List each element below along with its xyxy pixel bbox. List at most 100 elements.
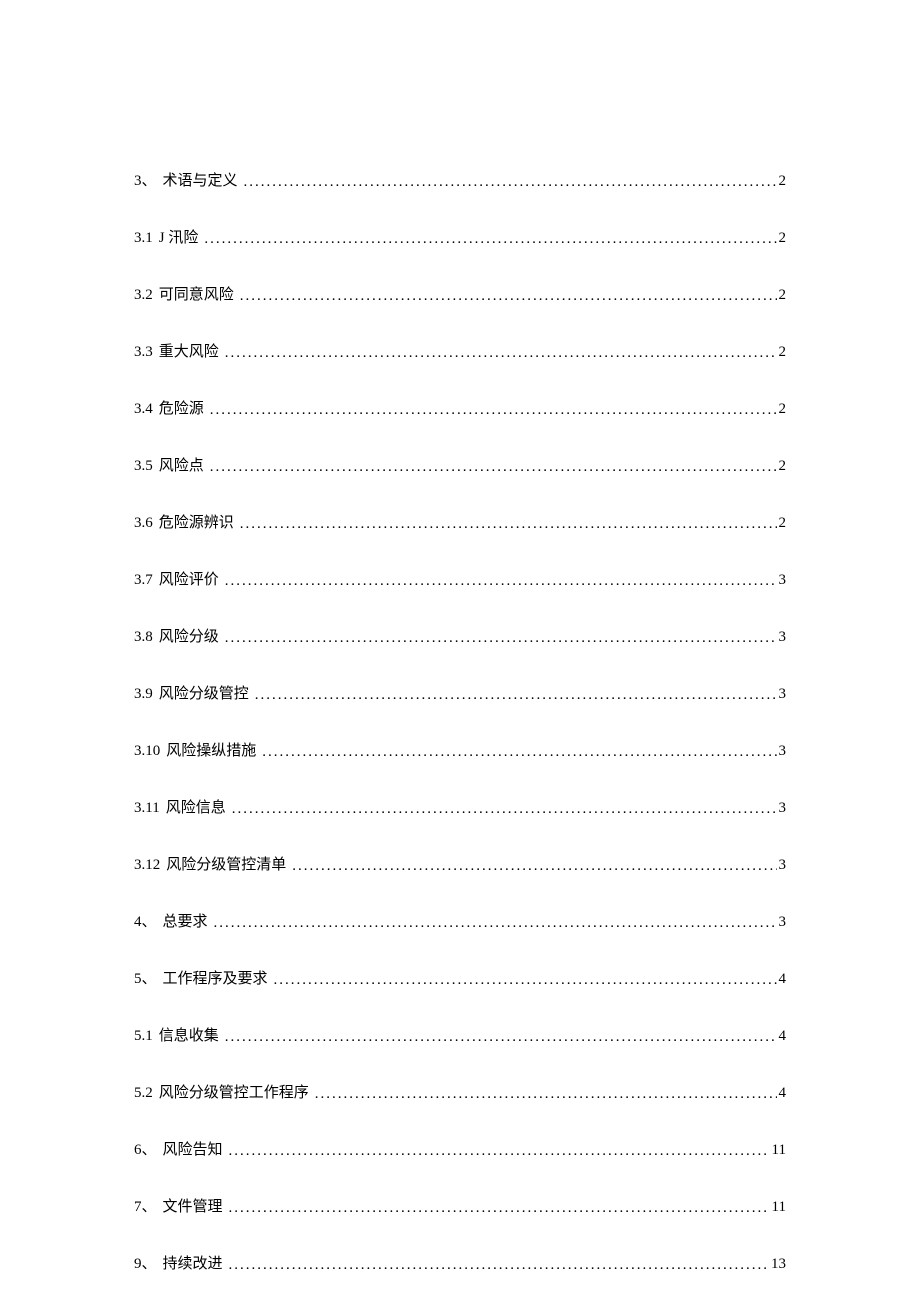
toc-entry-label: 3.6	[134, 515, 153, 532]
toc-entry-page: 3	[777, 686, 787, 703]
toc-entry: 5、工作程序及要求4	[134, 967, 786, 988]
toc-entry-page: 2	[777, 344, 787, 361]
toc-entry: 3.1 J 汛险 2	[134, 226, 786, 247]
toc-leader-dots	[232, 801, 777, 818]
toc-leader-dots	[240, 516, 777, 533]
toc-entry-label: 3.8	[134, 629, 153, 646]
toc-entry-label: 3.5	[134, 458, 153, 475]
toc-entry: 3.11 风险信息 3	[134, 796, 786, 817]
toc-entry-page: 2	[777, 287, 787, 304]
toc-entry: 4、总要求 3	[134, 910, 786, 931]
toc-entry-page: 2	[777, 230, 787, 247]
toc-entry-page: 3	[777, 743, 787, 760]
toc-leader-dots	[255, 687, 777, 704]
toc-entry-title: 风险分级	[159, 625, 219, 646]
toc-entry-title: 风险分级管控清单	[166, 853, 286, 874]
toc-entry-title: 工作程序及要求	[163, 967, 268, 988]
toc-leader-dots	[225, 345, 777, 362]
toc-entry-label: 5.1	[134, 1028, 153, 1045]
toc-leader-dots	[210, 459, 777, 476]
toc-leader-dots	[292, 858, 776, 875]
toc-entry: 3、术语与定义 2	[134, 169, 786, 190]
toc-entry-page: 3	[777, 857, 787, 874]
toc-entry-label: 7、	[134, 1195, 157, 1216]
toc-entry: 7、文件管理 11	[134, 1195, 786, 1216]
toc-entry: 5.2 风险分级管控工作程序 4	[134, 1081, 786, 1102]
toc-leader-dots	[225, 573, 777, 590]
toc-entry-title: 风险分级管控工作程序	[159, 1081, 309, 1102]
toc-entry-label: 3.10	[134, 743, 160, 760]
toc-entry-title: 信息收集	[159, 1024, 219, 1045]
toc-entry-title: 风险点	[159, 454, 204, 475]
toc-entry-label: 3.4	[134, 401, 153, 418]
toc-entry-title: 危险源辨识	[159, 511, 234, 532]
toc-entry-label: 9、	[134, 1252, 157, 1273]
toc-entry-label: 3.11	[134, 800, 160, 817]
toc-entry-page: 3	[777, 914, 787, 931]
toc-entry-page: 4	[777, 1085, 787, 1102]
toc-entry: 3.8 风险分级 3	[134, 625, 786, 646]
toc-entry: 3.12 风险分级管控清单 3	[134, 853, 786, 874]
toc-entry: 3.6 危险源辨识 2	[134, 511, 786, 532]
toc-entry-title: J 汛险	[159, 226, 199, 247]
toc-entry-title: 术语与定义	[163, 169, 238, 190]
toc-entry-page: 4	[777, 1028, 787, 1045]
toc-entry-page: 3	[777, 629, 787, 646]
toc-entry-label: 3.3	[134, 344, 153, 361]
toc-entry-label: 5、	[134, 967, 157, 988]
toc-leader-dots	[214, 915, 777, 932]
toc-entry-title: 风险告知	[163, 1138, 223, 1159]
toc-entry: 3.5 风险点 2	[134, 454, 786, 475]
toc-entry-label: 6、	[134, 1138, 157, 1159]
toc-entry-page: 2	[777, 173, 787, 190]
toc-entry: 3.9 风险分级管控 3	[134, 682, 786, 703]
toc-entry-page: 3	[777, 572, 787, 589]
toc-entry: 3.4 危险源 2	[134, 397, 786, 418]
toc-leader-dots	[229, 1257, 769, 1274]
toc-entry-title: 重大风险	[159, 340, 219, 361]
toc-leader-dots	[315, 1086, 777, 1103]
toc-entry-label: 3.2	[134, 287, 153, 304]
toc-entry: 3.10 风险操纵措施 3	[134, 739, 786, 760]
toc-container: 3、术语与定义 2 3.1 J 汛险 2 3.2 可同意风险 2 3.3 重大风险 2 3.4 危险源 2…	[134, 169, 786, 1309]
toc-entry-label: 3、	[134, 169, 157, 190]
toc-entry-page: 13	[769, 1256, 786, 1273]
toc-entry-label: 5.2	[134, 1085, 153, 1102]
toc-entry-page: 11	[770, 1142, 786, 1159]
toc-entry: 3.7 风险评价 3	[134, 568, 786, 589]
toc-entry-title: 危险源	[159, 397, 204, 418]
toc-entry-title: 风险分级管控	[159, 682, 249, 703]
toc-entry-title: 文件管理	[163, 1195, 223, 1216]
toc-leader-dots	[210, 402, 777, 419]
toc-entry-title: 风险信息	[166, 796, 226, 817]
toc-leader-dots	[244, 174, 777, 191]
toc-leader-dots	[204, 231, 776, 248]
toc-entry-label: 3.12	[134, 857, 160, 874]
toc-entry-label: 3.9	[134, 686, 153, 703]
toc-leader-dots	[274, 972, 777, 989]
toc-entry-page: 2	[777, 515, 787, 532]
toc-entry: 6、风险告知 11	[134, 1138, 786, 1159]
toc-entry-title: 风险评价	[159, 568, 219, 589]
toc-entry: 5.1 信息收集 4	[134, 1024, 786, 1045]
toc-entry-page: 11	[770, 1199, 786, 1216]
toc-leader-dots	[225, 630, 777, 647]
toc-entry-label: 3.1	[134, 230, 153, 247]
toc-leader-dots	[229, 1200, 770, 1217]
toc-entry-title: 可同意风险	[159, 283, 234, 304]
toc-leader-dots	[262, 744, 776, 761]
toc-entry: 3.3 重大风险 2	[134, 340, 786, 361]
toc-entry: 9、持续改进 13	[134, 1252, 786, 1273]
toc-leader-dots	[240, 288, 777, 305]
toc-entry-title: 持续改进	[163, 1252, 223, 1273]
toc-entry-title: 总要求	[163, 910, 208, 931]
toc-entry: 3.2 可同意风险 2	[134, 283, 786, 304]
toc-entry-page: 3	[777, 800, 787, 817]
toc-entry-label: 3.7	[134, 572, 153, 589]
toc-entry-page: 2	[777, 401, 787, 418]
toc-entry-title: 风险操纵措施	[166, 739, 256, 760]
toc-leader-dots	[225, 1029, 777, 1046]
toc-entry-page: 2	[777, 458, 787, 475]
toc-leader-dots	[229, 1143, 770, 1160]
toc-entry-label: 4、	[134, 910, 157, 931]
